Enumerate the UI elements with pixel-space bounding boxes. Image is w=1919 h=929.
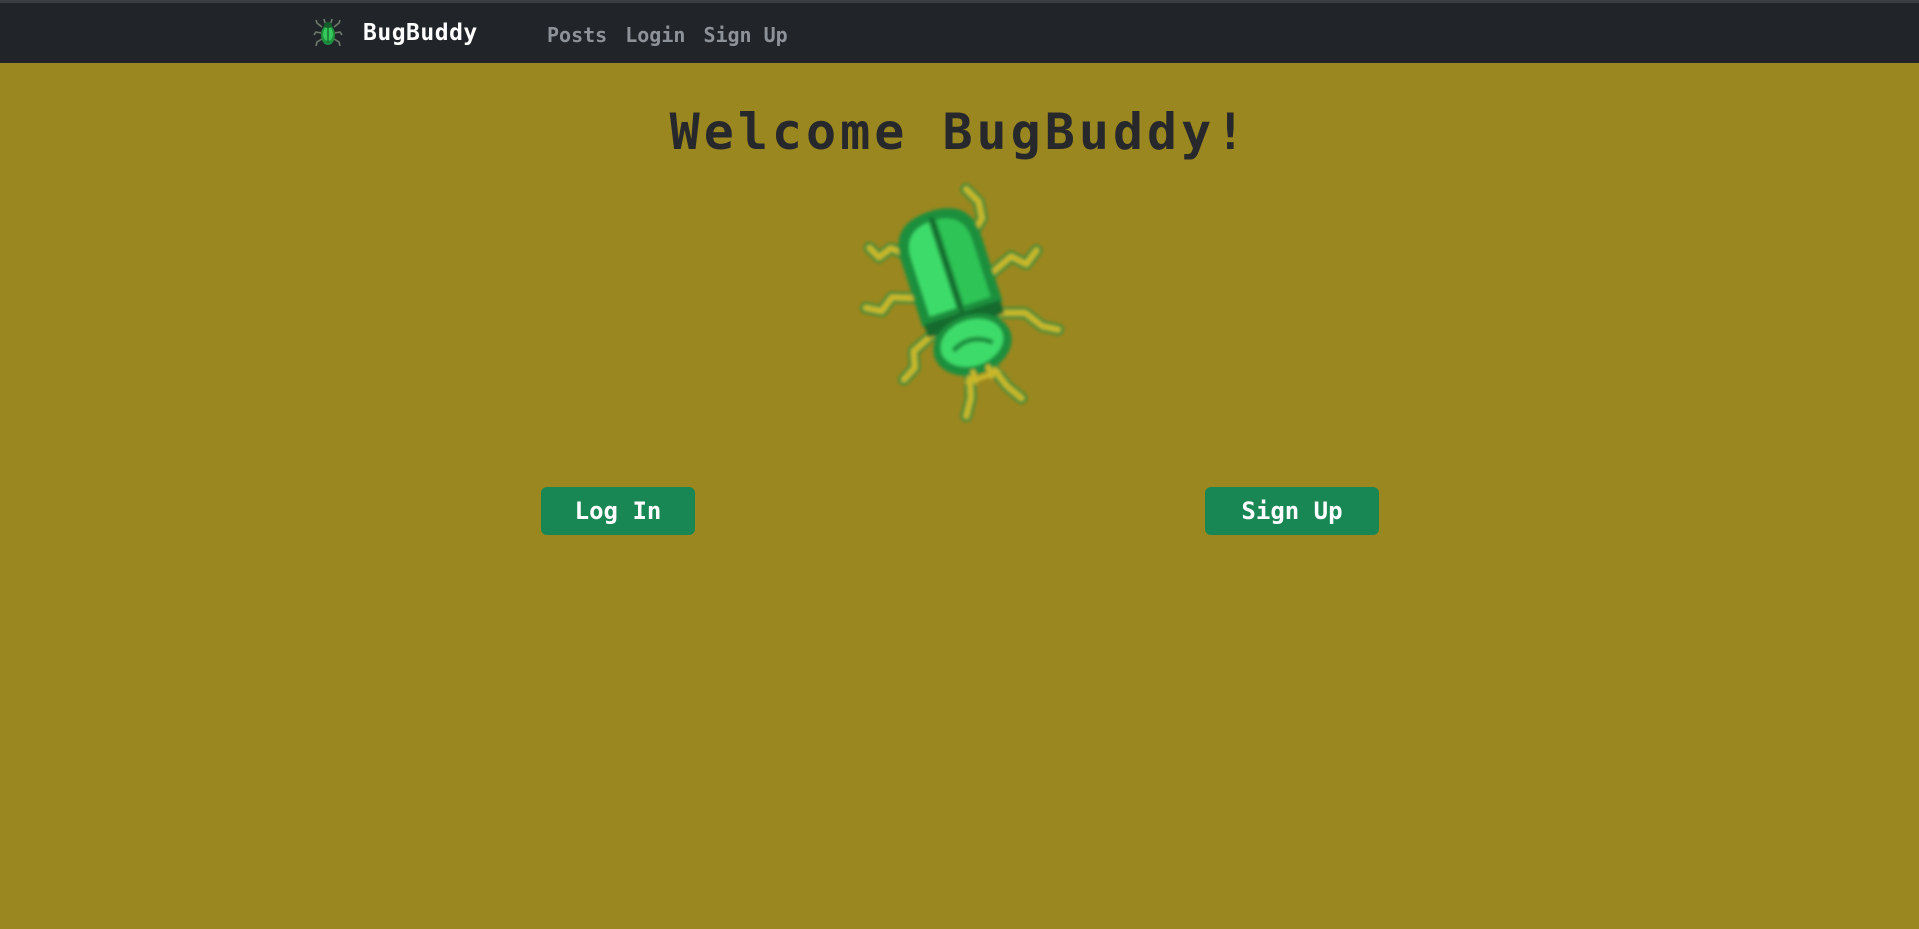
nav-link-signup[interactable]: Sign Up <box>703 21 787 49</box>
signup-button[interactable]: Sign Up <box>1205 487 1379 535</box>
navbar: BugBuddy Posts Login Sign Up <box>0 3 1919 63</box>
beetle-icon <box>313 18 343 47</box>
beetle-hero-image <box>860 183 1064 422</box>
navbar-brand[interactable]: BugBuddy <box>313 17 478 49</box>
brand-name: BugBuddy <box>363 20 478 46</box>
nav-links: Posts Login Sign Up <box>547 21 788 49</box>
nav-link-login[interactable]: Login <box>625 21 685 49</box>
welcome-title: Welcome BugBuddy! <box>669 103 1250 161</box>
login-button[interactable]: Log In <box>541 487 695 535</box>
nav-link-posts[interactable]: Posts <box>547 21 607 49</box>
